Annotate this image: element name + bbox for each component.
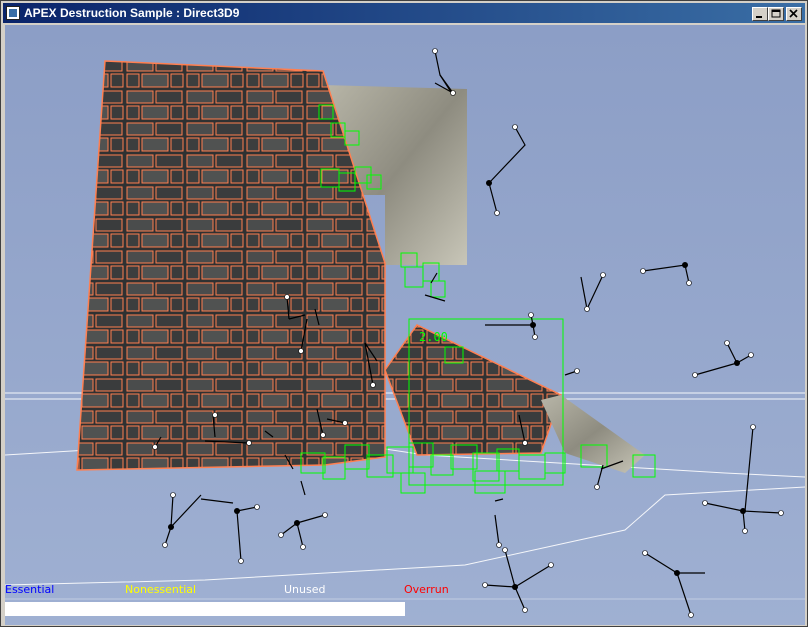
maximize-button[interactable] — [768, 7, 784, 21]
legend-essential: Essential — [5, 583, 55, 596]
distance-readout: 2.00 — [419, 330, 448, 344]
title-bar[interactable]: APEX Destruction Sample : Direct3D9 — [3, 3, 805, 23]
memory-usage-bar — [5, 602, 405, 616]
minimize-button[interactable] — [752, 7, 768, 21]
maximize-icon — [771, 9, 781, 18]
legend-nonessential: Nonessential — [125, 583, 197, 596]
legend-unused: Unused — [284, 583, 326, 596]
app-icon[interactable] — [6, 6, 20, 20]
app-window: APEX Destruction Sample : Direct3D9 2.00… — [0, 0, 808, 627]
legend-overrun: Overrun — [404, 583, 449, 596]
brick-wall — [76, 60, 386, 471]
render-viewport[interactable]: 2.00 Essential Nonessential Unused Overr… — [5, 25, 805, 625]
window-title: APEX Destruction Sample : Direct3D9 — [24, 6, 240, 20]
minimize-icon — [756, 16, 762, 18]
close-icon — [789, 9, 798, 18]
close-button[interactable] — [786, 7, 802, 21]
scene-canvas[interactable]: 2.00 — [5, 25, 805, 625]
